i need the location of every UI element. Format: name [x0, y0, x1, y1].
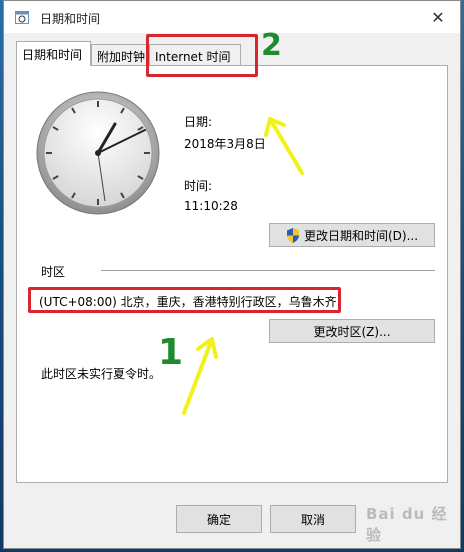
change-timezone-button[interactable]: 更改时区(Z)... — [269, 319, 435, 343]
arrow-annotation-top — [264, 117, 304, 175]
date-time-dialog: 日期和时间 ✕ 日期和时间 附加时钟 Internet 时间 日期: 2018年… — [3, 0, 461, 549]
tab-additional-clocks[interactable]: 附加时钟 — [91, 44, 149, 65]
ok-button[interactable]: 确定 — [176, 505, 262, 533]
close-icon: ✕ — [431, 7, 445, 27]
dst-note: 此时区未实行夏令时。 — [41, 367, 162, 381]
time-value: 11:10:28 — [184, 199, 238, 213]
title-bar: 日期和时间 ✕ — [4, 1, 460, 33]
step-2-marker: 2 — [261, 28, 282, 61]
watermark: Bai du 经验 — [366, 505, 448, 544]
clock-app-icon — [15, 11, 29, 24]
change-date-time-button[interactable]: 更改日期和时间(D)... — [269, 223, 435, 247]
window-title: 日期和时间 — [40, 12, 101, 26]
time-label: 时间: — [184, 179, 213, 193]
timezone-divider — [101, 270, 435, 271]
close-button[interactable]: ✕ — [422, 4, 454, 30]
date-label: 日期: — [184, 115, 213, 129]
arrow-annotation-bottom — [182, 337, 218, 415]
cancel-button[interactable]: 取消 — [270, 505, 356, 533]
tab-date-time[interactable]: 日期和时间 — [16, 41, 91, 66]
date-value: 2018年3月8日 — [184, 137, 266, 151]
timezone-section-label: 时区 — [41, 265, 66, 279]
svg-text:2: 2 — [261, 28, 282, 61]
internet-time-highlight — [146, 34, 258, 77]
tab-panel: 日期: 2018年3月8日 时间: 11:10:28 更改日期和时间(D)...… — [16, 65, 448, 483]
analog-clock-icon — [36, 91, 160, 215]
timezone-highlight — [28, 287, 341, 313]
uac-shield-icon — [286, 227, 299, 243]
